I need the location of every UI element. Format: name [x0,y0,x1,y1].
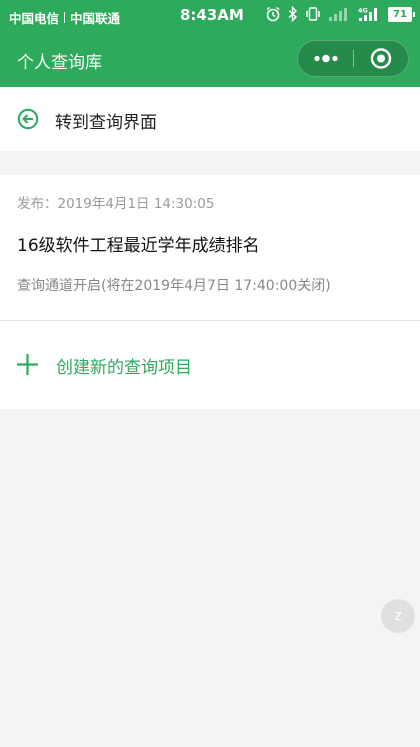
network-type: 4G [358,7,368,15]
back-arrow-icon [17,108,39,130]
more-button[interactable] [298,41,353,76]
plus-icon [17,354,38,375]
close-button[interactable] [354,41,408,76]
bluetooth-icon [288,6,298,22]
page-title: 个人查询库 [17,53,102,73]
battery-level: 71 [393,8,407,20]
floating-button[interactable]: z [381,599,415,633]
close-target-icon [370,48,392,69]
create-query-button[interactable]: 创建新的查询项目 [0,321,420,409]
go-to-query-link[interactable]: 转到查询界面 [0,87,420,151]
navigation-bar: 个人查询库 [0,30,420,87]
query-list-card: 发布：2019年4月1日 14:30:05 16级软件工程最近学年成绩排名 查询… [0,175,420,409]
menu-capsule [297,40,409,77]
carrier-1: 中国电信 [9,11,60,26]
carrier-separator [64,12,66,23]
carrier-2: 中国联通 [70,11,121,26]
signal-icon [329,8,347,21]
create-query-label: 创建新的查询项目 [56,358,192,378]
query-item-status: 查询通道开启(将在2019年4月7日 17:40:00关闭) [17,278,331,294]
carrier-info: 中国电信 中国联通 [9,8,120,27]
query-item-title: 16级软件工程最近学年成绩排名 [17,236,260,256]
vibrate-icon [306,7,320,21]
publish-time: 发布：2019年4月1日 14:30:05 [17,196,215,212]
floating-button-label: z [394,608,402,624]
status-bar: 中国电信 中国联通 8:43AM 4G 71 [0,0,420,30]
status-time: 8:43AM [180,6,244,24]
alarm-icon [266,6,280,22]
more-dots-icon [314,54,338,63]
signal-4g-icon: 4G [358,7,377,21]
status-icons: 4G 71 [265,6,415,22]
go-to-query-label: 转到查询界面 [55,113,157,133]
battery-icon: 71 [388,6,415,22]
